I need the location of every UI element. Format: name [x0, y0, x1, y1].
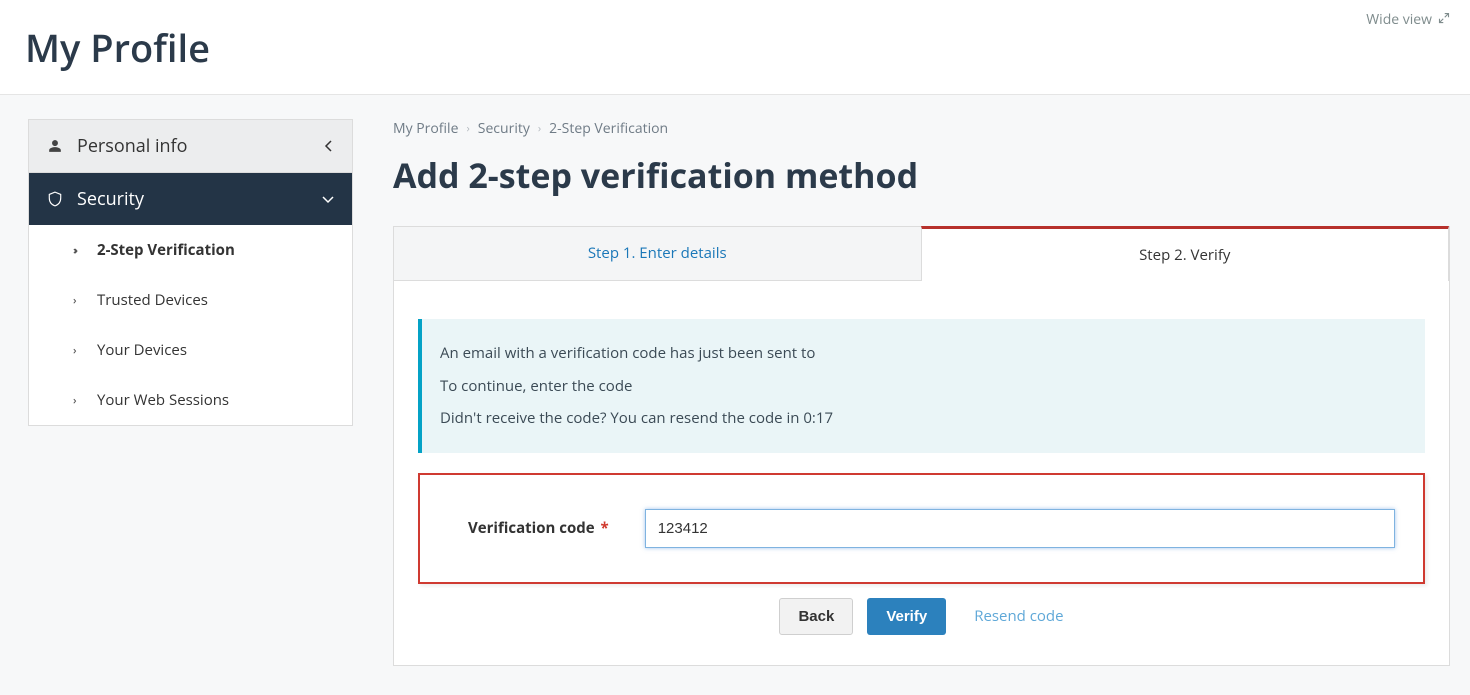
chevron-right-icon: ›: [536, 121, 543, 136]
step-tabs: Step 1. Enter details Step 2. Verify: [393, 226, 1450, 281]
sidebar-item-label: Trusted Devices: [97, 290, 208, 310]
chevron-left-icon: [324, 134, 334, 158]
sidebar-item-personal-info[interactable]: Personal info: [29, 120, 352, 173]
verification-code-label: Verification code *: [468, 518, 609, 538]
wide-view-label: Wide view: [1366, 10, 1432, 29]
info-box: An email with a verification code has ju…: [418, 319, 1425, 453]
required-asterisk: *: [597, 518, 609, 538]
verification-form: Verification code *: [418, 473, 1425, 584]
shield-icon: [47, 191, 63, 207]
breadcrumb-item: 2-Step Verification: [549, 119, 668, 138]
sidebar-sub-trusted-devices[interactable]: ›› Trusted Devices: [29, 275, 352, 325]
sidebar-item-label: Your Web Sessions: [97, 390, 229, 410]
info-line: Didn't receive the code? You can resend …: [440, 404, 1407, 433]
verify-button[interactable]: Verify: [867, 598, 946, 635]
back-button[interactable]: Back: [779, 598, 853, 635]
sidebar-item-label: 2-Step Verification: [97, 240, 235, 260]
breadcrumb: My Profile › Security › 2-Step Verificat…: [393, 119, 1450, 138]
page-title: My Profile: [25, 22, 210, 74]
verification-code-input[interactable]: [645, 509, 1395, 548]
sidebar-sub-2step[interactable]: ›› 2-Step Verification: [29, 225, 352, 275]
sidebar: Personal info Security ›› 2-Step Verific…: [28, 119, 353, 426]
sidebar-item-security[interactable]: Security: [29, 173, 352, 225]
sidebar-sub-your-devices[interactable]: ›› Your Devices: [29, 325, 352, 375]
main-heading: Add 2-step verification method: [393, 152, 1450, 198]
sidebar-item-label: Personal info: [77, 134, 187, 158]
double-chevron-icon: ››: [73, 343, 87, 358]
resend-code-link: Resend code: [974, 606, 1063, 626]
breadcrumb-item[interactable]: My Profile: [393, 119, 458, 138]
expand-icon: [1438, 10, 1450, 29]
sidebar-item-label: Your Devices: [97, 340, 187, 360]
double-chevron-icon: ››: [73, 293, 87, 308]
tab-step2[interactable]: Step 2. Verify: [921, 226, 1450, 281]
chevron-right-icon: ›: [464, 121, 471, 136]
double-chevron-icon: ››: [73, 393, 87, 408]
wide-view-toggle[interactable]: Wide view: [1366, 0, 1450, 29]
tab-step1[interactable]: Step 1. Enter details: [394, 227, 921, 280]
sidebar-sub-web-sessions[interactable]: ›› Your Web Sessions: [29, 375, 352, 425]
chevron-down-icon: [322, 187, 334, 211]
double-chevron-icon: ››: [73, 243, 87, 258]
user-icon: [47, 139, 63, 153]
breadcrumb-item[interactable]: Security: [478, 119, 530, 138]
info-line: To continue, enter the code: [440, 372, 1407, 401]
sidebar-item-label: Security: [77, 187, 144, 211]
info-line: An email with a verification code has ju…: [440, 339, 1407, 368]
